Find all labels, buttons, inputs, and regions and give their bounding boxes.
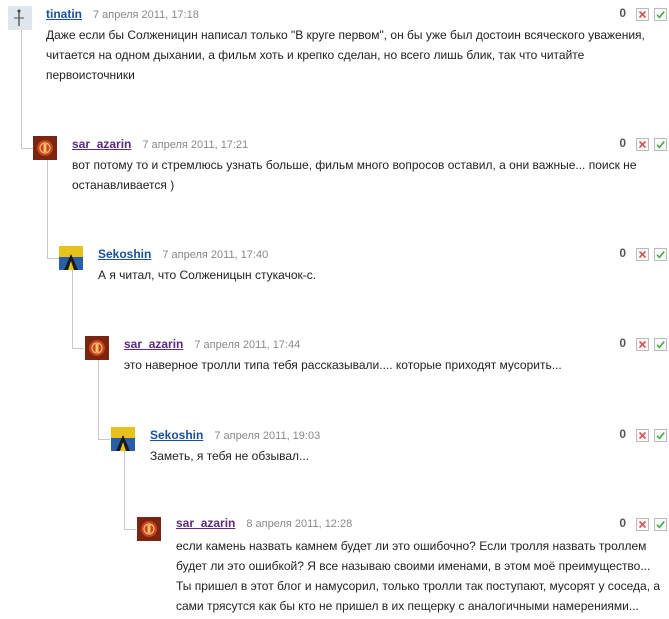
- comment-text: Заметь, я тебя не обзывал...: [150, 449, 309, 463]
- avatar[interactable]: [137, 517, 161, 541]
- comment-date: 8 апреля 2011, 12:28: [246, 518, 353, 530]
- comment-text: Ты пришел в этот блог и намусорил, тольк…: [176, 579, 661, 593]
- comment-text: Даже если бы Солженицин написал только "…: [46, 28, 645, 42]
- check-icon: [656, 341, 665, 349]
- check-icon: [656, 11, 665, 19]
- comment-text: это наверное тролли типа тебя рассказыва…: [124, 358, 562, 372]
- comment: sar_azarin 7 апреля 2011, 17:21 0 вот пот…: [0, 130, 669, 200]
- x-icon: [638, 520, 647, 529]
- comment-date: 7 апреля 2011, 17:18: [93, 9, 199, 21]
- comment-date: 7 апреля 2011, 17:44: [194, 339, 301, 351]
- author-link[interactable]: tinatin: [46, 7, 82, 21]
- score: 0: [619, 427, 626, 441]
- score: 0: [619, 516, 626, 530]
- comment-date: 7 апреля 2011, 17:40: [162, 249, 269, 261]
- comment-text: вот потому то и стремлюсь узнать больше,…: [72, 158, 637, 172]
- vote-down-button[interactable]: [636, 429, 649, 442]
- check-icon: [656, 141, 665, 149]
- vote-down-button[interactable]: [636, 138, 649, 151]
- comment-text: если камень назвать камнем будет ли это …: [176, 539, 647, 553]
- author-link[interactable]: sar_azarin: [124, 337, 183, 351]
- author-link[interactable]: sar_azarin: [72, 137, 131, 151]
- comment-text: первоисточники: [46, 68, 135, 82]
- comment-text: будет ли это ошибкой? Я все называю свои…: [176, 559, 651, 573]
- x-icon: [638, 140, 647, 149]
- avatar[interactable]: [8, 6, 32, 30]
- comment: Sekoshin 7 апреля 2011, 19:03 0 Заметь, я…: [0, 421, 669, 471]
- comment: Sekoshin 7 апреля 2011, 17:40 0 А я читал…: [0, 240, 669, 290]
- x-icon: [638, 10, 647, 19]
- score: 0: [619, 336, 626, 350]
- avatar[interactable]: [33, 136, 57, 160]
- vote-up-button[interactable]: [654, 338, 667, 351]
- score: 0: [619, 6, 626, 20]
- comment: tinatin 7 апреля 2011, 17:18 0 Даже если …: [0, 0, 669, 100]
- vote-down-button[interactable]: [636, 248, 649, 261]
- vote-up-button[interactable]: [654, 518, 667, 531]
- avatar[interactable]: [85, 336, 109, 360]
- comment-text: читается на одном дыхании, а фильм хоть …: [46, 48, 585, 62]
- score: 0: [619, 246, 626, 260]
- vote-down-button[interactable]: [636, 8, 649, 21]
- check-icon: [656, 432, 665, 440]
- x-icon: [638, 431, 647, 440]
- comment-date: 7 апреля 2011, 19:03: [214, 430, 321, 442]
- comment-text: А я читал, что Солженицын стукачок-с.: [98, 268, 317, 282]
- comment: sar_azarin 7 апреля 2011, 17:44 0 это нав…: [0, 330, 669, 380]
- vote-up-button[interactable]: [654, 138, 667, 151]
- author-link[interactable]: sar_azarin: [176, 516, 235, 530]
- check-icon: [656, 251, 665, 259]
- vote-up-button[interactable]: [654, 8, 667, 21]
- vote-down-button[interactable]: [636, 338, 649, 351]
- author-link[interactable]: Sekoshin: [150, 428, 203, 442]
- vote-up-button[interactable]: [654, 429, 667, 442]
- comment-date: 7 апреля 2011, 17:21: [142, 139, 249, 151]
- x-icon: [638, 250, 647, 259]
- avatar[interactable]: [59, 246, 83, 270]
- vote-up-button[interactable]: [654, 248, 667, 261]
- avatar[interactable]: [111, 427, 135, 451]
- score: 0: [619, 136, 626, 150]
- x-icon: [638, 340, 647, 349]
- comment-text: останавливается ): [72, 178, 175, 192]
- author-link[interactable]: Sekoshin: [98, 247, 151, 261]
- vote-down-button[interactable]: [636, 518, 649, 531]
- comment-text: сами трясутся как бы кто не пришел в их …: [176, 599, 639, 613]
- comment: sar_azarin 8 апреля 2011, 12:28 0 если ка…: [0, 511, 669, 619]
- check-icon: [656, 521, 665, 529]
